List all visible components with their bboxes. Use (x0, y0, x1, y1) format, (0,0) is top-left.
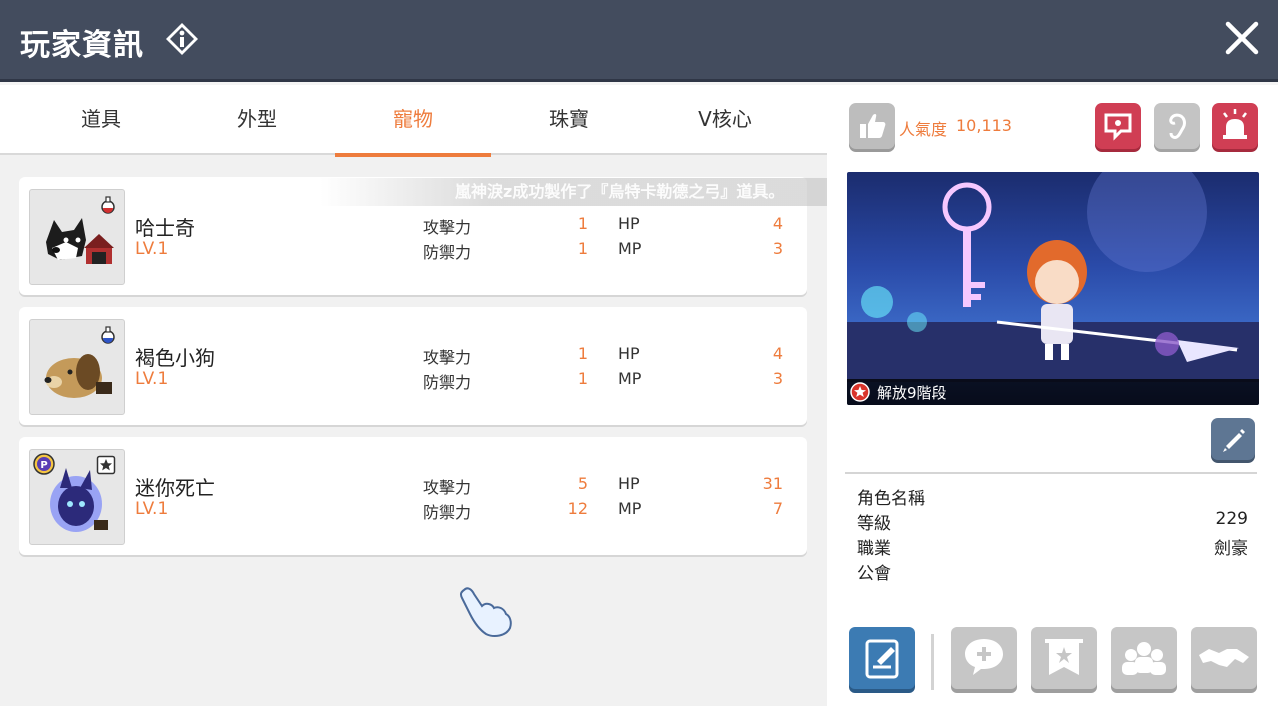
info-icon[interactable] (165, 22, 199, 56)
whisper-button[interactable] (1154, 103, 1200, 149)
level-label: 等級 (857, 514, 891, 534)
edit-button[interactable] (1211, 418, 1255, 460)
pet-card[interactable]: 褐色小狗 LV.1 攻擊力 1 防禦力 1 HP 4 MP 3 (19, 307, 807, 425)
like-button[interactable] (849, 103, 895, 149)
broadcast-message: 嵐神淚z成功製作了『烏特卡勒德之弓』道具。 (320, 178, 880, 206)
party-invite-button[interactable] (1111, 627, 1177, 689)
stat-label-mp: MP (618, 369, 642, 388)
header-bar: 玩家資訊 (0, 0, 1278, 82)
star-box-icon (96, 455, 116, 475)
stat-attack-value: 5 (577, 474, 588, 493)
pet-portrait (29, 319, 125, 415)
notebook-icon (865, 639, 899, 679)
stat-mp-value: 7 (772, 499, 783, 518)
pet-level: LV.1 (135, 499, 169, 519)
character-portrait: 解放9階段 (847, 172, 1259, 405)
job-value: 劍豪 (1214, 539, 1248, 559)
stat-label-mp: MP (618, 239, 642, 258)
stat-defense-value: 1 (577, 239, 588, 258)
potion-blue-icon (101, 326, 115, 344)
character-profile-button[interactable] (849, 627, 915, 689)
liberation-stage-label: 解放9階段 (877, 384, 947, 402)
stat-attack-value: 1 (577, 214, 588, 233)
pet-name: 褐色小狗 (135, 346, 215, 370)
alarm-button[interactable] (1212, 103, 1258, 149)
stat-label-hp: HP (618, 214, 640, 233)
star-medal-icon (850, 382, 870, 402)
job-label: 職業 (857, 539, 891, 559)
tab-pets[interactable]: 寵物 (335, 85, 491, 157)
stat-mp-value: 3 (772, 369, 783, 388)
potion-red-icon (101, 196, 115, 214)
tab-items[interactable]: 道具 (23, 85, 179, 155)
level-value: 229 (1215, 509, 1248, 529)
page-title: 玩家資訊 (20, 28, 144, 63)
stat-label-defense: 防禦力 (423, 503, 472, 522)
chat-add-icon (965, 639, 1003, 675)
close-icon[interactable] (1222, 18, 1262, 58)
thumbs-up-icon (860, 113, 886, 138)
stat-defense-value: 1 (577, 369, 588, 388)
pet-card[interactable]: P 迷你死亡 LV.1 攻擊力 5 防禦力 12 HP 31 MP 7 (19, 437, 807, 555)
right-panel: 人氣度 10,113 解放9階段 角色名稱 等級 229 職業 劍豪 公會 (827, 85, 1278, 706)
stat-label-defense: 防禦力 (423, 243, 472, 262)
trade-button[interactable] (1191, 627, 1257, 689)
tab-v-core[interactable]: V核心 (647, 85, 803, 155)
svg-text:P: P (40, 460, 47, 471)
guild-label: 公會 (857, 564, 891, 584)
character-illustration (847, 172, 1259, 382)
stat-label-attack: 攻擊力 (423, 478, 472, 497)
popularity-label: 人氣度 (899, 120, 948, 139)
report-icon (1104, 113, 1132, 141)
pet-level: LV.1 (135, 369, 169, 389)
info-divider (845, 472, 1257, 474)
stat-hp-value: 31 (762, 474, 783, 493)
stat-label-defense: 防禦力 (423, 373, 472, 392)
stat-label-hp: HP (618, 344, 640, 363)
pet-portrait (29, 189, 125, 285)
stat-hp-value: 4 (772, 214, 783, 233)
siren-icon (1223, 109, 1247, 139)
pet-level: LV.1 (135, 239, 169, 259)
report-button[interactable] (1095, 103, 1141, 149)
popularity-value: 10,113 (956, 116, 1012, 135)
stat-label-mp: MP (618, 499, 642, 518)
guild-banner-icon (1045, 639, 1083, 675)
premium-p-icon: P (33, 453, 55, 475)
hand-cursor-icon (459, 587, 512, 637)
handshake-icon (1199, 649, 1249, 667)
pencil-icon (1223, 429, 1245, 452)
guild-invite-button[interactable] (1031, 627, 1097, 689)
tab-jewels[interactable]: 珠寶 (491, 85, 647, 155)
stat-label-attack: 攻擊力 (423, 218, 472, 237)
tab-bar: 道具 外型 寵物 珠寶 V核心 (0, 85, 827, 157)
tab-appearance[interactable]: 外型 (179, 85, 335, 155)
stat-label-hp: HP (618, 474, 640, 493)
add-friend-chat-button[interactable] (951, 627, 1017, 689)
ear-icon (1169, 113, 1186, 139)
stat-hp-value: 4 (772, 344, 783, 363)
stat-attack-value: 1 (577, 344, 588, 363)
pet-portrait: P (29, 449, 125, 545)
pet-name: 迷你死亡 (135, 476, 215, 500)
stat-mp-value: 3 (772, 239, 783, 258)
stat-defense-value: 12 (567, 499, 588, 518)
pet-name: 哈士奇 (135, 216, 195, 240)
action-separator (931, 634, 934, 690)
portrait-caption: 解放9階段 (847, 379, 1259, 405)
stat-label-attack: 攻擊力 (423, 348, 472, 367)
party-icon (1122, 642, 1166, 675)
char-name-label: 角色名稱 (857, 489, 925, 509)
